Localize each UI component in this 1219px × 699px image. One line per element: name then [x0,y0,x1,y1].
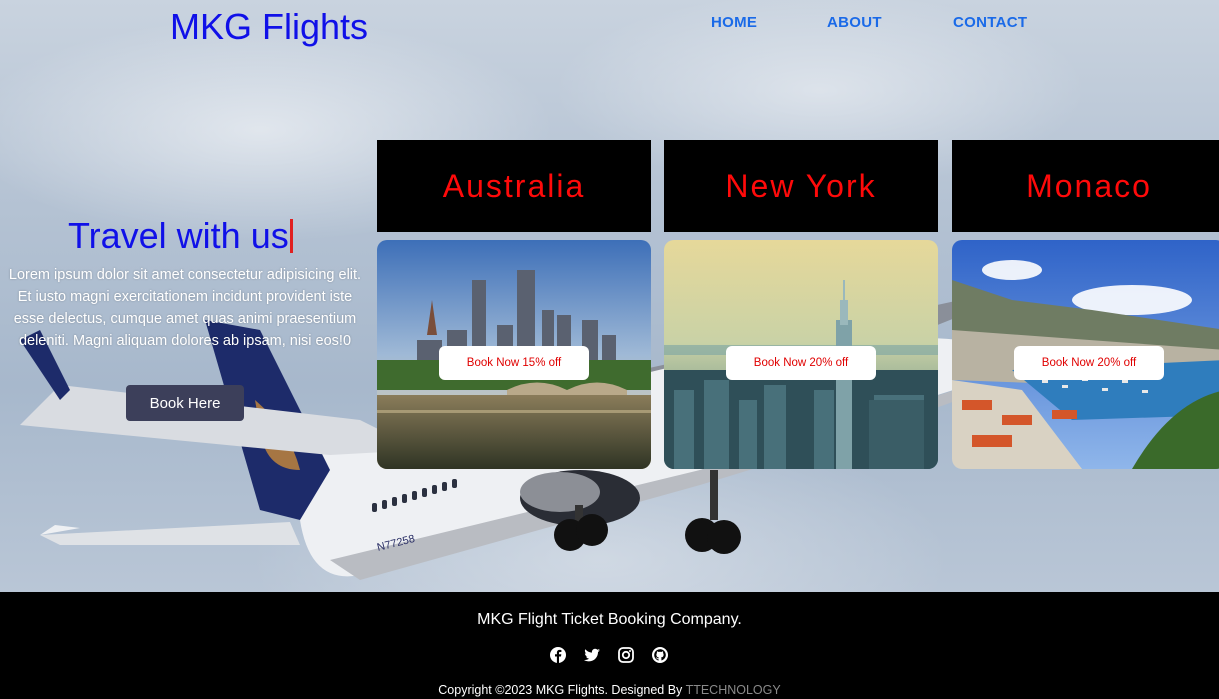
destination-title: Australia [377,140,651,232]
book-now-monaco-button[interactable]: Book Now 20% off [1014,346,1164,380]
main-nav: HOME ABOUT CONTACT [0,14,1219,34]
destination-card-monaco: Monaco [952,140,1219,469]
destination-card-australia: Australia [377,140,651,469]
destination-card-new-york: New York [664,140,938,469]
hero-title-text: Travel with us [68,215,289,256]
destination-title: New York [664,140,938,232]
facebook-icon[interactable] [549,646,567,664]
book-now-australia-button[interactable]: Book Now 15% off [439,346,589,380]
instagram-icon[interactable] [617,646,635,664]
copyright: Copyright ©2023 MKG Flights. Designed By… [0,683,1219,697]
nav-contact[interactable]: CONTACT [953,14,1027,31]
hero-title: Travel with us [68,215,293,257]
typing-cursor [289,219,293,253]
destination-title: Monaco [952,140,1219,232]
hero-description: Lorem ipsum dolor sit amet consectetur a… [8,267,362,349]
twitter-icon[interactable] [583,646,601,664]
github-icon[interactable] [651,646,669,664]
copyright-text: Copyright ©2023 MKG Flights. Designed By [438,683,683,697]
designer-link[interactable]: TTECHNOLOGY [686,683,781,697]
book-now-new-york-button[interactable]: Book Now 20% off [726,346,876,380]
footer: MKG Flight Ticket Booking Company. Copyr… [0,592,1219,699]
book-here-button[interactable]: Book Here [126,385,244,421]
social-links [549,646,669,664]
footer-title: MKG Flight Ticket Booking Company. [477,611,742,628]
nav-home[interactable]: HOME [711,14,757,31]
nav-about[interactable]: ABOUT [827,14,882,31]
